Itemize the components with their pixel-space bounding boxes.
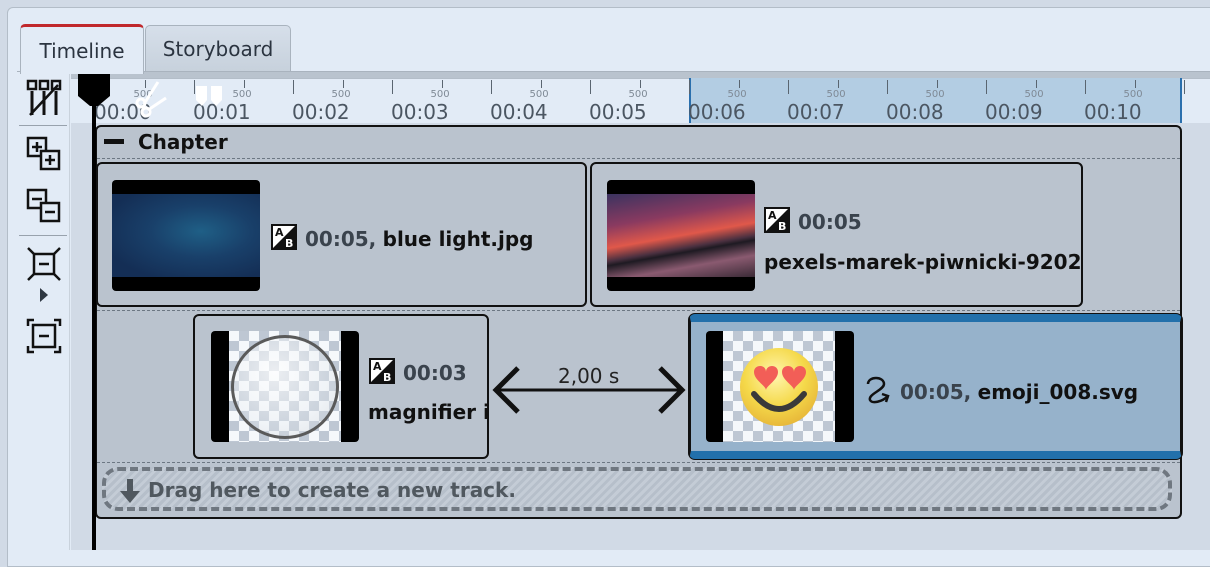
ruler-minor-tick: [738, 80, 740, 88]
ruler-minor-label: 500: [628, 89, 648, 100]
gap-duration-label: 2,00 s: [558, 364, 620, 388]
ruler-minor-label: 500: [232, 89, 252, 100]
ruler-time-label: 00:06: [688, 100, 746, 124]
ruler-minor-label: 500: [430, 89, 450, 100]
ruler-major-tick: [986, 80, 987, 94]
ruler-major-tick: [1184, 80, 1185, 94]
clip-filename: pexels-marek-piwnicki-92022: [764, 250, 1080, 274]
clip-duration: 00:03: [403, 361, 467, 385]
svg-text:A: A: [373, 360, 382, 373]
ruler-time-label: 00:08: [886, 100, 944, 124]
toolbar-separator: [19, 235, 67, 236]
expand-all-icon: [26, 136, 60, 171]
ruler-minor-tick: [837, 80, 839, 88]
clip-duration: 00:05,: [900, 380, 972, 404]
marker-icon[interactable]: [196, 86, 224, 108]
ruler-minor-label: 500: [1123, 89, 1143, 100]
svg-text:B: B: [778, 220, 786, 233]
ruler-minor-label: 500: [727, 89, 747, 100]
ruler-time-label: 00:03: [391, 100, 449, 124]
clip-info: A B 00:05: [764, 207, 862, 234]
scissors-icon[interactable]: [134, 80, 168, 118]
ruler-major-tick: [887, 80, 888, 94]
svg-text:B: B: [285, 237, 293, 250]
timeline-toolbar: [17, 72, 70, 550]
ruler-minor-tick: [936, 80, 938, 88]
chapter-collapse-button[interactable]: [104, 139, 124, 144]
clip-info: A B 00:05, blue light.jpg: [271, 224, 533, 251]
svg-text:B: B: [383, 371, 391, 384]
clip-thumbnail: [607, 180, 755, 291]
motion-path-icon: [866, 376, 890, 404]
ab-transition-icon: AB: [271, 224, 297, 250]
ruler-minor-tick: [1134, 80, 1136, 88]
ruler-time-label: 00:07: [787, 100, 845, 124]
ruler-minor-label: 500: [1024, 89, 1044, 100]
ruler-minor-tick: [540, 80, 542, 88]
tab-storyboard[interactable]: Storyboard: [145, 25, 291, 71]
ruler-time-label: 00:02: [292, 100, 350, 124]
ab-transition-icon: AB: [764, 207, 790, 233]
collapse-all-icon: [26, 188, 60, 223]
clip-filename: blue light.jpg: [382, 227, 534, 251]
zoom-to-fit-icon: [26, 247, 61, 281]
zoom-expand-icon: [26, 318, 61, 354]
ruler-major-tick: [788, 80, 789, 94]
clip-info: A B 00:03: [369, 358, 487, 385]
tab-timeline[interactable]: Timeline: [20, 24, 144, 74]
drop-zone-label: Drag here to create a new track.: [148, 478, 516, 502]
ruler-minor-tick: [342, 80, 344, 88]
ruler-major-tick: [392, 80, 393, 94]
ruler-minor-label: 500: [925, 89, 945, 100]
track-settings-icon: [26, 79, 61, 116]
ruler-minor-tick: [1035, 80, 1037, 88]
ruler-major-tick: [491, 80, 492, 94]
clip-duration: 00:05: [798, 210, 862, 234]
clip-duration: 00:05,: [305, 227, 377, 251]
ruler-minor-label: 500: [826, 89, 846, 100]
chapter-title: Chapter: [138, 130, 228, 154]
clip-info: 00:05, emoji_008.svg: [864, 374, 1138, 404]
emoji-heart-eyes-icon: [740, 348, 818, 426]
clip-thumbnail: [112, 180, 260, 291]
track-divider: [97, 310, 1180, 311]
ruler-major-tick: [689, 80, 690, 94]
clip-thumbnail: [211, 331, 359, 442]
ruler-minor-label: 500: [529, 89, 549, 100]
ruler-minor-tick: [243, 80, 245, 88]
zoom-expand-button[interactable]: [17, 314, 70, 358]
tab-label: Timeline: [39, 38, 125, 63]
track-divider: [97, 462, 1180, 463]
playhead-line[interactable]: [92, 100, 96, 550]
zoom-to-fit-button[interactable]: [17, 244, 70, 284]
ruler-major-tick: [194, 80, 195, 94]
ruler-time-label: 00:04: [490, 100, 548, 124]
ruler-major-tick: [1085, 80, 1086, 94]
ruler-time-label: 00:10: [1084, 100, 1142, 124]
collapse-all-button[interactable]: [17, 186, 70, 226]
svg-text:A: A: [275, 226, 284, 239]
svg-text:A: A: [768, 209, 777, 222]
track-divider: [97, 158, 1180, 159]
ruler-major-tick: [293, 80, 294, 94]
expand-all-button[interactable]: [17, 134, 70, 174]
clip-filename: magnifier i: [368, 400, 487, 424]
ab-transition-icon: AB: [369, 358, 395, 384]
ruler-minor-tick: [639, 80, 641, 88]
arrow-down-icon: [120, 479, 140, 503]
ruler-time-label: 00:09: [985, 100, 1043, 124]
ruler-minor-tick: [441, 80, 443, 88]
toolbar-separator: [19, 125, 67, 126]
tab-label: Storyboard: [162, 36, 274, 61]
ruler-major-tick: [590, 80, 591, 94]
track-settings-button[interactable]: [17, 78, 70, 118]
clip-filename: emoji_008.svg: [977, 380, 1139, 404]
ruler-time-label: 00:05: [589, 100, 647, 124]
clip-thumbnail: [706, 331, 854, 442]
zoom-menu-button[interactable]: [17, 286, 70, 304]
ruler-minor-label: 500: [331, 89, 351, 100]
zoom-menu-arrow-icon: [39, 288, 48, 302]
